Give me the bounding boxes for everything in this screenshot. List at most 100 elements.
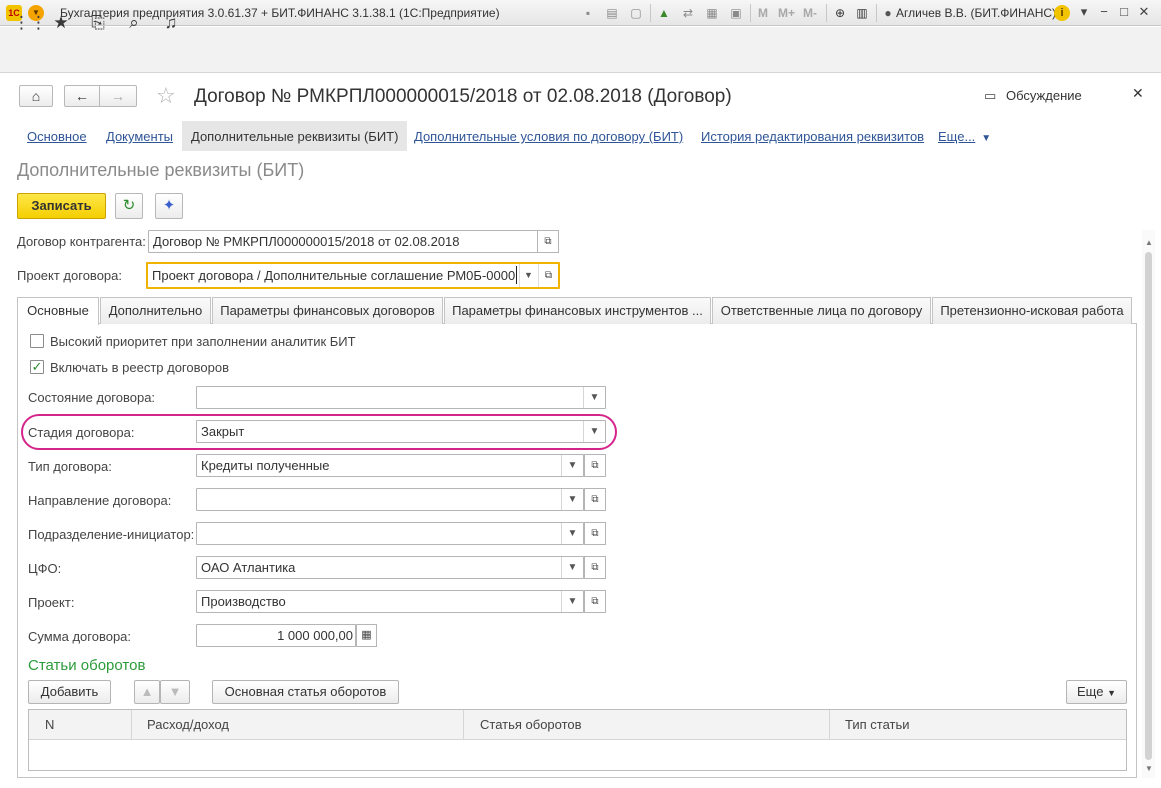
column-divider [131, 710, 132, 740]
cfo-field[interactable]: ОАО Атлантика ▼ [196, 556, 584, 579]
search-icon[interactable]: ⌕ [123, 12, 145, 34]
memory-button[interactable]: M [758, 6, 768, 20]
favorites-star-icon[interactable]: ★ [50, 12, 72, 34]
section-link-history[interactable]: История редактирования реквизитов [701, 129, 924, 144]
sum-field[interactable]: 1 000 000,00 [196, 624, 356, 647]
highlight-annotation [21, 414, 617, 450]
maximize-icon[interactable]: □ [1116, 4, 1132, 19]
state-field[interactable]: ▼ [196, 386, 606, 409]
tab-financial-instrument-params[interactable]: Параметры финансовых инструментов ... [444, 297, 711, 324]
memory-minus-button[interactable]: M- [803, 6, 817, 20]
more-actions-button[interactable]: Еще ▼ [1066, 680, 1127, 704]
column-header-item-type[interactable]: Тип статьи [845, 710, 910, 740]
open-type-icon[interactable]: ⧉ [584, 454, 606, 477]
section-more-menu[interactable]: Еще... ▼ [938, 129, 991, 144]
division-field[interactable]: ▼ [196, 522, 584, 545]
close-form-icon[interactable]: ✕ [1132, 85, 1144, 102]
open-division-icon[interactable]: ⧉ [584, 522, 606, 545]
priority-checkbox[interactable] [30, 334, 44, 348]
tab-claims-work[interactable]: Претензионно-исковая работа [932, 297, 1132, 324]
registry-checkbox-label: Включать в реестр договоров [50, 360, 229, 375]
discussion-link[interactable]: Обсуждение [1006, 88, 1082, 103]
save-icon[interactable]: ▪ [580, 5, 596, 21]
save-button[interactable]: Записать [17, 193, 106, 219]
link-icon[interactable]: ⇄ [680, 5, 696, 21]
contract-label: Договор контрагента: [17, 234, 146, 249]
user-name[interactable]: Агличев В.В. (БИТ.ФИНАНС) [896, 6, 1056, 20]
open-contract-icon[interactable]: ⧉ [537, 230, 559, 253]
move-up-icon[interactable]: ▲ [134, 680, 160, 704]
sum-label: Сумма договора: [28, 629, 132, 644]
open-direction-icon[interactable]: ⧉ [584, 488, 606, 511]
back-button[interactable]: ← [64, 85, 100, 107]
minimize-icon[interactable]: − [1096, 4, 1112, 19]
scrollbar-thumb[interactable] [1145, 252, 1152, 760]
toolbar-divider [750, 4, 751, 22]
section-link-additional-conditions[interactable]: Дополнительные условия по договору (БИТ) [414, 129, 683, 144]
column-divider [829, 710, 830, 740]
direction-field[interactable]: ▼ [196, 488, 584, 511]
project-field[interactable]: Производство ▼ [196, 590, 584, 613]
project-dropdown-icon[interactable]: ▼ [561, 591, 583, 612]
memory-plus-button[interactable]: M+ [778, 6, 795, 20]
calendar-icon[interactable]: ▣ [728, 5, 744, 21]
tile-icon[interactable]: ▥ [854, 5, 870, 21]
division-dropdown-icon[interactable]: ▼ [561, 523, 583, 544]
section-link-documents[interactable]: Документы [106, 129, 173, 144]
favorite-star-icon[interactable]: ☆ [156, 84, 176, 108]
preview-icon[interactable]: ▢ [628, 5, 644, 21]
type-dropdown-icon[interactable]: ▼ [561, 455, 583, 476]
section-link-main[interactable]: Основное [27, 129, 87, 144]
close-window-icon[interactable]: ✕ [1136, 4, 1152, 20]
type-label: Тип договора: [28, 459, 112, 474]
refresh-icon[interactable]: ↻ [115, 193, 143, 219]
hint-lightbulb-icon[interactable]: ✦ [155, 193, 183, 219]
dropdown-icon[interactable]: ▾ [1076, 4, 1092, 20]
tab-additional[interactable]: Дополнительно [100, 297, 211, 324]
project-contract-field[interactable]: Проект договора / Дополнительные соглаше… [146, 262, 560, 289]
main-turnover-item-button[interactable]: Основная статья оборотов [212, 680, 399, 704]
cfo-label: ЦФО: [28, 561, 62, 576]
type-field[interactable]: Кредиты полученные ▼ [196, 454, 584, 477]
column-header-number[interactable]: N [45, 710, 54, 740]
state-dropdown-icon[interactable]: ▼ [583, 387, 605, 408]
print-icon[interactable]: ▤ [604, 5, 620, 21]
notifications-bell-icon[interactable]: ♫ [160, 12, 182, 34]
column-header-expense-income[interactable]: Расход/доход [147, 710, 229, 740]
upload-icon[interactable]: ▲ [656, 5, 672, 21]
apps-grid-icon[interactable]: ⋮⋮ [13, 12, 47, 34]
scroll-down-icon[interactable]: ▼ [1143, 764, 1155, 773]
history-icon[interactable]: ⎘ [87, 12, 109, 34]
zoom-icon[interactable]: ⊕ [832, 5, 848, 21]
info-icon[interactable]: i [1054, 5, 1070, 21]
contract-field[interactable]: Договор № РМКРПЛ000000015/2018 от 02.08.… [148, 230, 538, 253]
toolbar-divider [826, 4, 827, 22]
direction-dropdown-icon[interactable]: ▼ [561, 489, 583, 510]
user-icon: ● [884, 6, 892, 20]
project-value: Производство [201, 594, 286, 609]
document-title: Договор № РМКРПЛ000000015/2018 от 02.08.… [194, 86, 732, 107]
column-header-turnover-item[interactable]: Статья оборотов [480, 710, 582, 740]
chevron-down-icon: ▼ [1107, 688, 1116, 698]
open-project-icon[interactable]: ⧉ [538, 264, 558, 287]
home-button[interactable]: ⌂ [19, 85, 53, 107]
open-project-field-icon[interactable]: ⧉ [584, 590, 606, 613]
registry-checkbox[interactable]: ✓ [30, 360, 44, 374]
cfo-dropdown-icon[interactable]: ▼ [561, 557, 583, 578]
state-label: Состояние договора: [28, 390, 156, 405]
tab-responsible-persons[interactable]: Ответственные лица по договору [712, 297, 931, 324]
discussion-icon: ▭ [984, 88, 997, 103]
page-heading: Дополнительные реквизиты (БИТ) [17, 160, 305, 180]
add-button[interactable]: Добавить [28, 680, 111, 704]
open-cfo-icon[interactable]: ⧉ [584, 556, 606, 579]
tab-main[interactable]: Основные [17, 297, 99, 325]
project-dropdown-icon[interactable]: ▼ [519, 264, 537, 287]
section-link-additional-props-active[interactable]: Дополнительные реквизиты (БИТ) [182, 121, 408, 151]
calculator-icon[interactable]: ▦ [704, 5, 720, 21]
move-down-icon[interactable]: ▼ [160, 680, 190, 704]
forward-button[interactable]: → [99, 85, 137, 107]
checkmark-icon: ✓ [31, 359, 43, 374]
scroll-up-icon[interactable]: ▲ [1143, 238, 1155, 247]
calculator-field-icon[interactable]: ▦ [356, 624, 377, 647]
tab-financial-contract-params[interactable]: Параметры финансовых договоров [212, 297, 443, 324]
